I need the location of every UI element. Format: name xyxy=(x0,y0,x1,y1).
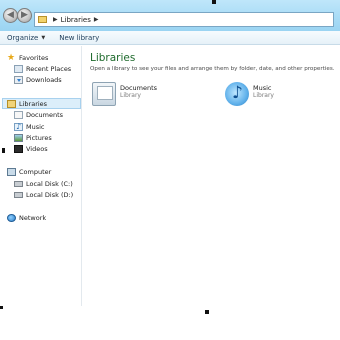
nav-local-disk-d-label: Local Disk (D:) xyxy=(26,190,74,199)
star-icon: ★ xyxy=(7,52,16,63)
library-tile-documents[interactable]: Documents Library xyxy=(92,82,202,110)
nav-downloads-label: Downloads xyxy=(26,75,62,84)
navigation-pane: ★ Favorites Recent Places Downloads Libr… xyxy=(0,46,82,340)
nav-recent-places-label: Recent Places xyxy=(26,64,72,73)
nav-local-disk-c-label: Local Disk (C:) xyxy=(26,179,73,188)
nav-computer[interactable]: Computer xyxy=(7,166,89,177)
hard-drive-icon xyxy=(14,180,23,187)
new-library-label: New library xyxy=(59,33,100,42)
nav-pictures-label: Pictures xyxy=(26,133,52,142)
organize-label: Organize xyxy=(7,33,39,42)
nav-libraries[interactable]: Libraries xyxy=(2,98,81,109)
corner-marker xyxy=(2,148,5,153)
forward-arrow-icon: ▶ xyxy=(21,10,28,20)
nav-network[interactable]: Network xyxy=(7,212,89,223)
library-type: Library xyxy=(120,92,141,99)
nav-music-label: Music xyxy=(26,122,45,131)
nav-computer-label: Computer xyxy=(19,167,52,176)
corner-marker xyxy=(0,306,3,309)
nav-videos-label: Videos xyxy=(26,144,48,153)
documents-icon xyxy=(14,110,23,119)
new-library-button[interactable]: New library xyxy=(52,34,106,42)
library-name: Documents xyxy=(120,84,158,92)
nav-favorites-label: Favorites xyxy=(19,53,49,62)
breadcrumb-chevron-icon[interactable]: ▶ xyxy=(94,16,99,23)
libraries-icon xyxy=(7,99,16,108)
recent-places-icon xyxy=(14,64,23,73)
nav-favorites[interactable]: ★ Favorites xyxy=(7,52,89,63)
documents-library-icon xyxy=(92,82,116,106)
nav-libraries-label: Libraries xyxy=(19,99,48,108)
corner-marker xyxy=(212,0,216,4)
command-bar: Organize ▼ New library xyxy=(0,31,340,45)
navigation-buttons: ◀ ▶ xyxy=(3,8,33,24)
music-icon xyxy=(14,122,23,131)
page-subtitle: Open a library to see your files and arr… xyxy=(90,66,335,72)
hard-drive-icon xyxy=(14,191,23,198)
computer-icon xyxy=(7,167,16,176)
chevron-down-icon: ▼ xyxy=(41,34,46,41)
content-pane: Libraries Open a library to see your fil… xyxy=(84,46,340,306)
music-library-icon xyxy=(225,82,249,106)
address-bar[interactable]: ▶ Libraries ▶ xyxy=(34,12,334,27)
nav-network-label: Network xyxy=(19,213,47,222)
videos-icon xyxy=(14,144,23,153)
library-tile-music[interactable]: Music Library xyxy=(225,82,335,110)
forward-button[interactable]: ▶ xyxy=(17,8,32,23)
corner-marker xyxy=(205,310,209,314)
nav-documents-label: Documents xyxy=(26,110,64,119)
library-type: Library xyxy=(253,92,274,99)
status-area xyxy=(0,306,340,340)
breadcrumb-libraries[interactable]: Libraries xyxy=(61,16,91,24)
pictures-icon xyxy=(14,133,23,142)
page-title: Libraries xyxy=(90,52,136,64)
back-button[interactable]: ◀ xyxy=(3,8,18,23)
back-arrow-icon: ◀ xyxy=(7,10,14,20)
organize-button[interactable]: Organize ▼ xyxy=(0,34,52,42)
downloads-icon xyxy=(14,75,23,84)
window-titlebar: ◀ ▶ ▶ Libraries ▶ xyxy=(0,0,340,31)
libraries-folder-icon xyxy=(38,16,47,23)
network-icon xyxy=(7,213,16,222)
library-name: Music xyxy=(253,84,272,92)
breadcrumb-chevron-icon[interactable]: ▶ xyxy=(53,16,58,23)
